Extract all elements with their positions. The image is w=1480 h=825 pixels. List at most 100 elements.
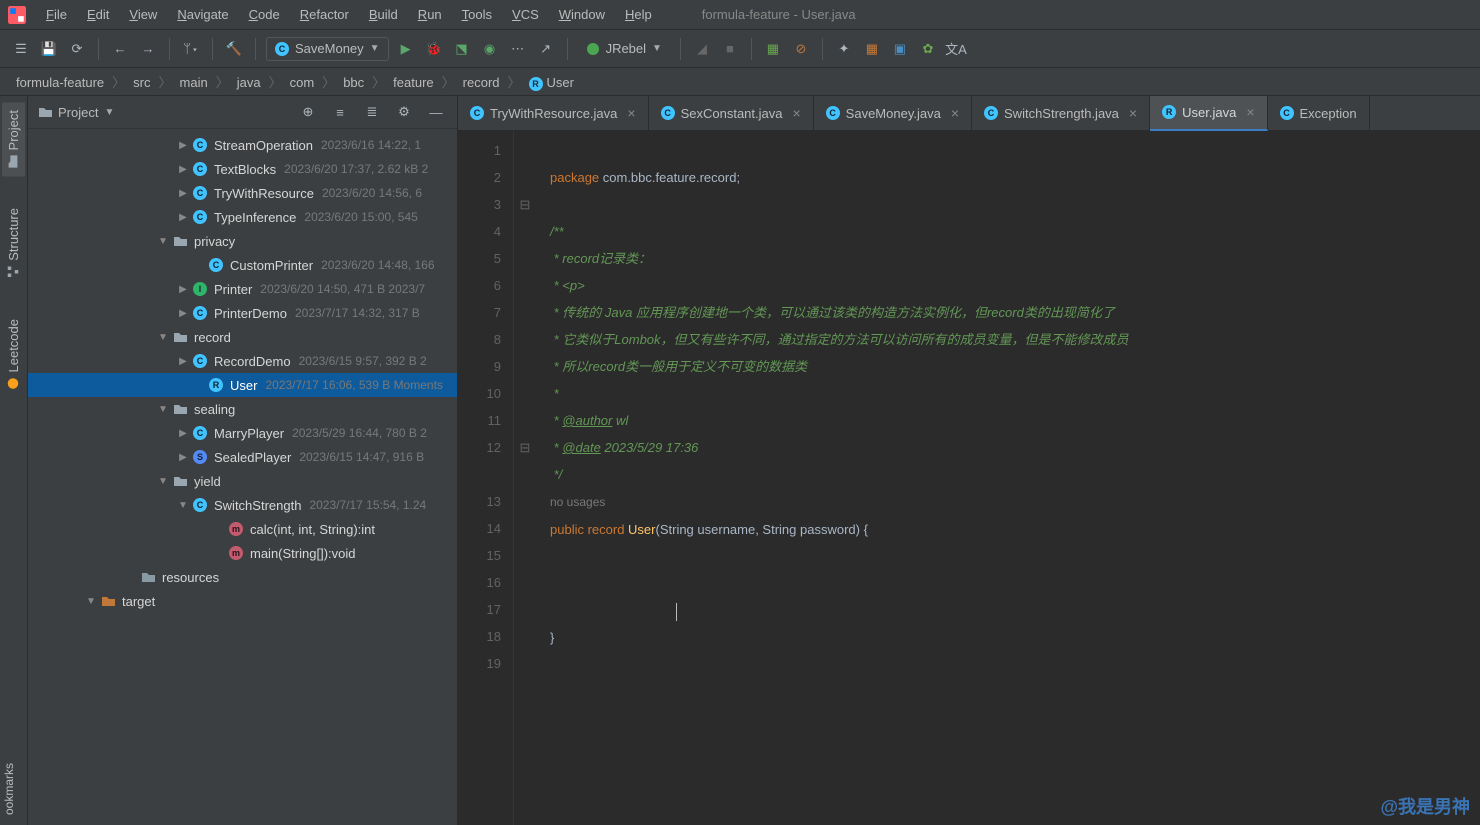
editor-tab-switchstrength-java[interactable]: CSwitchStrength.java×	[972, 96, 1150, 131]
tree-item-switchstrength[interactable]: ▼CSwitchStrength2023/7/17 15:54, 1.24	[28, 493, 457, 517]
back-icon[interactable]: ←	[109, 38, 131, 60]
plugin2-icon[interactable]: ⊘	[790, 38, 812, 60]
stop-icon[interactable]: ■	[719, 38, 741, 60]
breadcrumb-com[interactable]: com	[284, 73, 321, 92]
breadcrumb-main[interactable]: main	[174, 73, 214, 92]
breadcrumb-feature[interactable]: feature	[387, 73, 439, 92]
chevron-down-icon[interactable]: ▼	[176, 500, 190, 511]
translate-icon[interactable]: 文A	[945, 38, 967, 60]
chevron-right-icon[interactable]: ▶	[176, 284, 190, 295]
tree-item-sealedplayer[interactable]: ▶SSealedPlayer2023/6/15 14:47, 916 B	[28, 445, 457, 469]
expand-icon[interactable]: ≡	[329, 101, 351, 123]
breadcrumb-formula-feature[interactable]: formula-feature	[10, 73, 110, 92]
fold-marker-icon[interactable]: ⊟	[514, 434, 536, 461]
tree-item-target[interactable]: ▼target	[28, 589, 457, 613]
menu-code[interactable]: Code	[239, 3, 290, 26]
tree-item-customprinter[interactable]: CCustomPrinter2023/6/20 14:48, 166	[28, 253, 457, 277]
tree-item-privacy[interactable]: ▼privacy	[28, 229, 457, 253]
vcs-branch-icon[interactable]: ᛘ▾	[180, 38, 202, 60]
menu-file[interactable]: File	[36, 3, 77, 26]
menu-build[interactable]: Build	[359, 3, 408, 26]
ai-icon[interactable]: ✦	[833, 38, 855, 60]
tree-item-textblocks[interactable]: ▶CTextBlocks2023/6/20 17:37, 2.62 kB 2	[28, 157, 457, 181]
editor-tab-trywithresource-java[interactable]: CTryWithResource.java×	[458, 96, 649, 131]
tree-item-marryplayer[interactable]: ▶CMarryPlayer2023/5/29 16:44, 780 B 2	[28, 421, 457, 445]
menu-view[interactable]: View	[119, 3, 167, 26]
project-panel-title[interactable]: Project ▼	[38, 105, 114, 120]
collapse-icon[interactable]: ≣	[361, 101, 383, 123]
puzzle-icon[interactable]: ✿	[917, 38, 939, 60]
db-icon[interactable]: ▣	[889, 38, 911, 60]
menu-tools[interactable]: Tools	[452, 3, 502, 26]
tree-item-record[interactable]: ▼record	[28, 325, 457, 349]
chevron-down-icon[interactable]: ▼	[156, 236, 170, 247]
chevron-right-icon[interactable]: ▶	[176, 428, 190, 439]
breadcrumb-src[interactable]: src	[127, 73, 156, 92]
tree-item-user[interactable]: RUser2023/7/17 16:06, 539 B Moments	[28, 373, 457, 397]
project-tree[interactable]: ▶CStreamOperation2023/6/16 14:22, 1▶CTex…	[28, 129, 457, 825]
chevron-right-icon[interactable]: ▶	[176, 356, 190, 367]
locate-icon[interactable]: ⊕	[297, 101, 319, 123]
hamburger-icon[interactable]: ☰	[10, 38, 32, 60]
chevron-down-icon[interactable]: ▼	[156, 404, 170, 415]
tree-item-recorddemo[interactable]: ▶CRecordDemo2023/6/15 9:57, 392 B 2	[28, 349, 457, 373]
close-icon[interactable]: ×	[951, 105, 959, 121]
close-icon[interactable]: ×	[792, 105, 800, 121]
chevron-right-icon[interactable]: ▶	[176, 140, 190, 151]
run-icon[interactable]: ▶	[395, 38, 417, 60]
chevron-right-icon[interactable]: ▶	[176, 212, 190, 223]
tree-item-printerdemo[interactable]: ▶CPrinterDemo2023/7/17 14:32, 317 B	[28, 301, 457, 325]
editor-tab-user-java[interactable]: RUser.java×	[1150, 96, 1267, 131]
menu-help[interactable]: Help	[615, 3, 662, 26]
code-editor[interactable]: 12345678910111213141516171819 ⊟ ⊟ packag…	[458, 131, 1480, 825]
sidebar-tab-bookmarks[interactable]: ookmarks	[2, 763, 16, 815]
code-content[interactable]: package com.bbc.feature.record; /** * re…	[536, 131, 1480, 825]
run-config-select[interactable]: C SaveMoney ▼	[266, 37, 389, 61]
sync-icon[interactable]: ⟳	[66, 38, 88, 60]
menu-run[interactable]: Run	[408, 3, 452, 26]
tree-item-yield[interactable]: ▼yield	[28, 469, 457, 493]
tree-item-trywithresource[interactable]: ▶CTryWithResource2023/6/20 14:56, 6	[28, 181, 457, 205]
hide-icon[interactable]: —	[425, 101, 447, 123]
menu-vcs[interactable]: VCS	[502, 3, 549, 26]
coverage-icon[interactable]: ⬔	[451, 38, 473, 60]
menu-navigate[interactable]: Navigate	[167, 3, 238, 26]
tree-item-main-string-void[interactable]: mmain(String[]):void	[28, 541, 457, 565]
profile-icon[interactable]: ◉	[479, 38, 501, 60]
tree-item-typeinference[interactable]: ▶CTypeInference2023/6/20 15:00, 545	[28, 205, 457, 229]
chevron-down-icon[interactable]: ▼	[84, 596, 98, 607]
attach-icon[interactable]: ↗	[535, 38, 557, 60]
hammer-icon[interactable]: 🔨	[223, 38, 245, 60]
breadcrumb-java[interactable]: java	[231, 73, 267, 92]
sidebar-tab-structure[interactable]: Structure	[2, 200, 25, 287]
breadcrumb-user[interactable]: RUser	[523, 73, 580, 92]
close-icon[interactable]: ×	[1129, 105, 1137, 121]
tree-item-resources[interactable]: resources	[28, 565, 457, 589]
tree-item-sealing[interactable]: ▼sealing	[28, 397, 457, 421]
more-run-icon[interactable]: ⋯	[507, 38, 529, 60]
tree-item-printer[interactable]: ▶IPrinter2023/6/20 14:50, 471 B 2023/7	[28, 277, 457, 301]
save-icon[interactable]: 💾	[38, 38, 60, 60]
editor-tab-exception[interactable]: CException	[1268, 96, 1370, 131]
sidebar-tab-project[interactable]: Project	[2, 102, 25, 176]
sidebar-tab-leetcode[interactable]: Leetcode	[2, 311, 25, 399]
chevron-right-icon[interactable]: ▶	[176, 452, 190, 463]
gear-icon[interactable]: ⚙	[393, 101, 415, 123]
eraser-icon[interactable]: ◢	[691, 38, 713, 60]
forward-icon[interactable]: →	[137, 38, 159, 60]
chevron-right-icon[interactable]: ▶	[176, 164, 190, 175]
menu-window[interactable]: Window	[549, 3, 615, 26]
fold-marker-icon[interactable]: ⊟	[514, 191, 536, 218]
close-icon[interactable]: ×	[627, 105, 635, 121]
close-icon[interactable]: ×	[1246, 104, 1254, 120]
grid-icon[interactable]: ▦	[861, 38, 883, 60]
usage-hint[interactable]: no usages	[550, 495, 605, 509]
chevron-right-icon[interactable]: ▶	[176, 308, 190, 319]
breadcrumb-bbc[interactable]: bbc	[337, 73, 370, 92]
breadcrumb-record[interactable]: record	[457, 73, 506, 92]
tree-item-calc-int-int-string-int[interactable]: mcalc(int, int, String):int	[28, 517, 457, 541]
chevron-down-icon[interactable]: ▼	[156, 332, 170, 343]
plugin1-icon[interactable]: ▦	[762, 38, 784, 60]
chevron-down-icon[interactable]: ▼	[156, 476, 170, 487]
menu-refactor[interactable]: Refactor	[290, 3, 359, 26]
